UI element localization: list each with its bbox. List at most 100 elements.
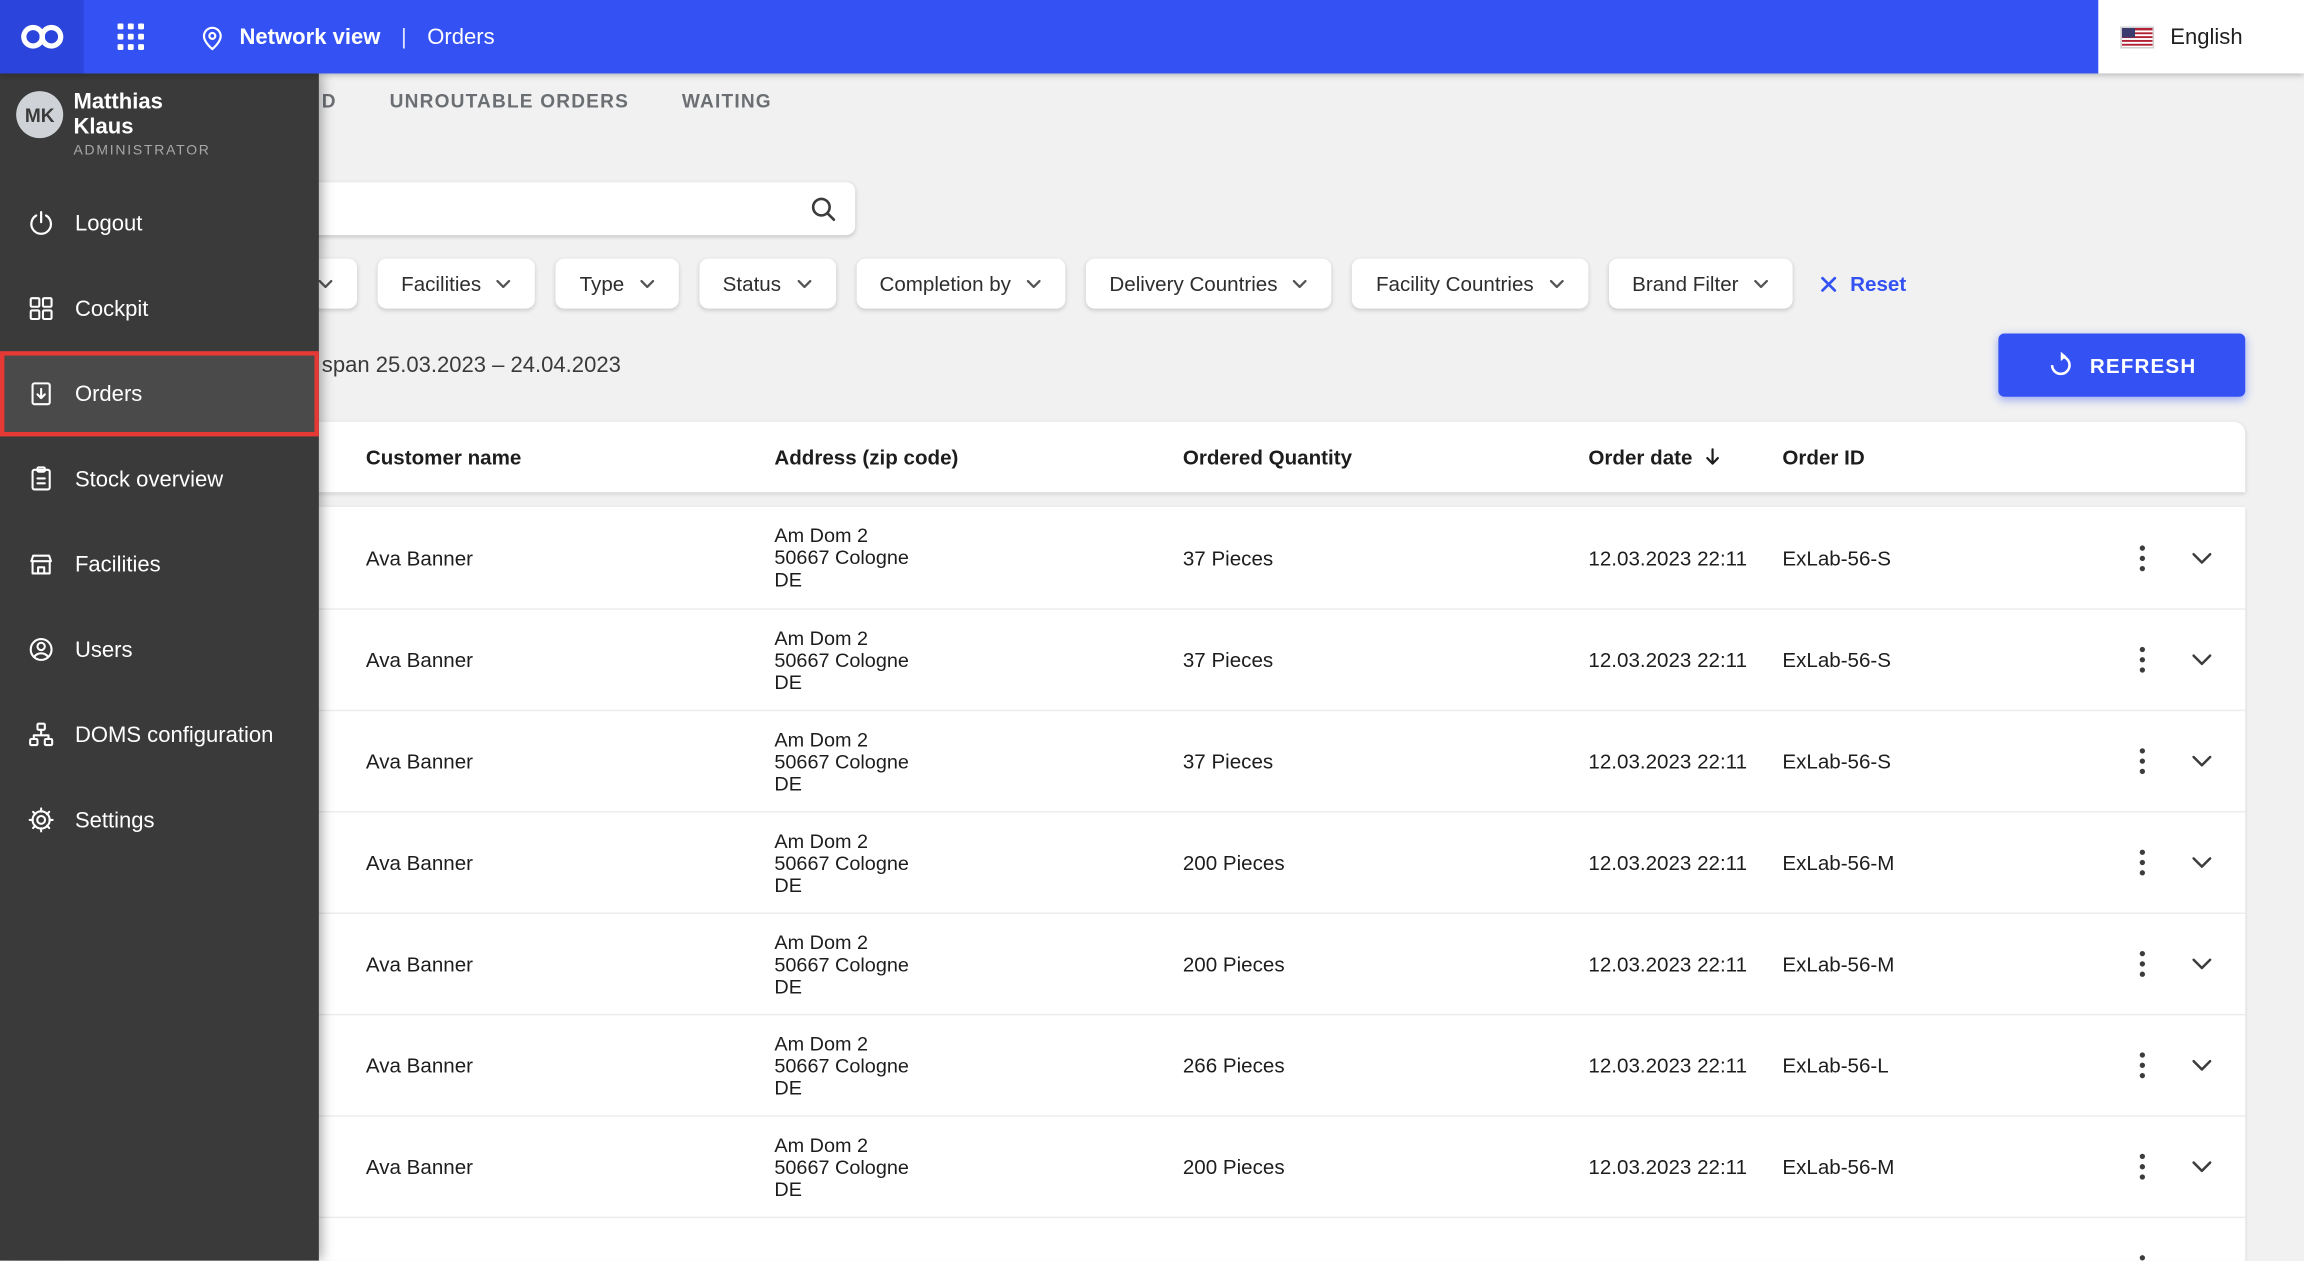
app-root: D UNROUTABLE ORDERS WAITING Facilities T… bbox=[0, 0, 2304, 1261]
cell-customer-name: Ava Banner bbox=[365, 545, 474, 570]
table-body: Ava Banner Am Dom 2 50667 Cologne DE 37 … bbox=[58, 506, 2246, 1261]
chevron-down-icon bbox=[1026, 278, 1042, 288]
sidebar-menu: Logout Cockpit Orders Stock overview Fac… bbox=[0, 181, 319, 863]
cell-ordered-quantity: 200 Pieces bbox=[1182, 1154, 1285, 1179]
table-row[interactable]: Am Dom 2 bbox=[58, 1216, 2246, 1261]
row-expand-button[interactable] bbox=[2175, 1242, 2228, 1261]
filter-chip-delivery-countries[interactable]: Delivery Countries bbox=[1085, 258, 1332, 309]
row-expand-button[interactable] bbox=[2175, 531, 2228, 584]
cell-order-date: 12.03.2023 22:11 bbox=[1588, 1053, 1748, 1078]
brand-title: Network view bbox=[239, 24, 381, 50]
row-expand-button[interactable] bbox=[2175, 1039, 2228, 1092]
sidebar-item-logout[interactable]: Logout bbox=[0, 181, 319, 266]
sidebar-item-settings[interactable]: Settings bbox=[0, 777, 319, 862]
cell-address: Am Dom 2 bbox=[774, 1257, 1182, 1261]
cell-ordered-quantity: 37 Pieces bbox=[1182, 545, 1274, 570]
breadcrumb-divider: | bbox=[400, 24, 407, 50]
table-row[interactable]: Ava Banner Am Dom 2 50667 Cologne DE 266… bbox=[58, 1013, 2246, 1115]
chevron-down-icon bbox=[1548, 278, 1564, 288]
row-expand-button[interactable] bbox=[2175, 836, 2228, 889]
row-menu-button[interactable] bbox=[2116, 1242, 2169, 1261]
sidebar: MK Matthias Klaus ADMINISTRATOR Logout C… bbox=[0, 73, 319, 1261]
apps-grid-button[interactable] bbox=[97, 0, 165, 73]
table-row[interactable]: Ava Banner Am Dom 2 50667 Cologne DE 200… bbox=[58, 1115, 2246, 1216]
cell-order-id: ExLab-56-M bbox=[1782, 1154, 1895, 1179]
clipboard-icon bbox=[31, 466, 51, 491]
column-header-order-id[interactable]: Order ID bbox=[1782, 445, 2088, 469]
chevron-down-icon bbox=[496, 278, 512, 288]
table-header-gap bbox=[59, 492, 2245, 507]
logo-rings-icon bbox=[20, 24, 63, 49]
filter-chip-brand-filter[interactable]: Brand Filter bbox=[1608, 258, 1793, 309]
column-header-order-date[interactable]: Order date bbox=[1588, 445, 1782, 469]
apps-grid-icon bbox=[117, 23, 145, 50]
filter-chip-label: Brand Filter bbox=[1632, 271, 1739, 296]
sidebar-item-facilities[interactable]: Facilities bbox=[0, 522, 319, 607]
chevron-down-icon bbox=[796, 278, 812, 288]
sidebar-item-cockpit[interactable]: Cockpit bbox=[0, 266, 319, 351]
column-header-address[interactable]: Address (zip code) bbox=[774, 445, 1182, 469]
cell-address: Am Dom 2 50667 Cologne DE bbox=[774, 626, 909, 693]
tab-unroutable-orders[interactable]: UNROUTABLE ORDERS bbox=[390, 90, 629, 112]
row-menu-button[interactable] bbox=[2116, 1140, 2169, 1193]
row-expand-button[interactable] bbox=[2175, 633, 2228, 686]
app-logo[interactable] bbox=[0, 0, 84, 74]
kebab-menu-icon bbox=[2139, 646, 2146, 673]
row-expand-button[interactable] bbox=[2175, 735, 2228, 788]
sidebar-item-orders[interactable]: Orders bbox=[0, 351, 319, 437]
orders-icon bbox=[31, 382, 51, 406]
sidebar-item-stock-overview[interactable]: Stock overview bbox=[0, 436, 319, 521]
row-menu-button[interactable] bbox=[2116, 1039, 2169, 1092]
cell-address: Am Dom 2 50667 Cologne DE bbox=[774, 524, 909, 591]
filter-chip-label: Completion by bbox=[879, 271, 1011, 296]
cell-address: Am Dom 2 50667 Cologne DE bbox=[774, 930, 909, 997]
sidebar-item-doms-configuration[interactable]: DOMS configuration bbox=[0, 692, 319, 777]
table-row[interactable]: Ava Banner Am Dom 2 50667 Cologne DE 200… bbox=[58, 912, 2246, 1013]
row-expand-button[interactable] bbox=[2175, 1140, 2228, 1193]
row-menu-button[interactable] bbox=[2116, 633, 2169, 686]
refresh-button[interactable]: REFRESH bbox=[1998, 333, 2246, 397]
user-role: ADMINISTRATOR bbox=[73, 142, 211, 159]
page-title: Orders bbox=[427, 24, 495, 50]
row-menu-button[interactable] bbox=[2116, 735, 2169, 788]
filter-chip-facility-countries[interactable]: Facility Countries bbox=[1352, 258, 1589, 309]
cell-ordered-quantity: 200 Pieces bbox=[1182, 850, 1285, 875]
chevron-down-icon bbox=[2190, 754, 2212, 769]
filter-chip-type[interactable]: Type bbox=[556, 258, 679, 309]
chevron-down-icon bbox=[2190, 550, 2212, 565]
user-name: Matthias Klaus bbox=[73, 89, 163, 140]
column-header-ordered-quantity[interactable]: Ordered Quantity bbox=[1183, 445, 1589, 469]
filter-chip-status[interactable]: Status bbox=[699, 258, 836, 309]
chevron-down-icon bbox=[2190, 652, 2212, 667]
sidebar-item-users[interactable]: Users bbox=[0, 607, 319, 692]
search-icon[interactable] bbox=[808, 194, 837, 223]
orders-table: Customer name Address (zip code) Ordered… bbox=[58, 421, 2246, 1261]
tab-waiting[interactable]: WAITING bbox=[682, 90, 772, 112]
cell-customer-name: Ava Banner bbox=[365, 952, 474, 976]
topbar: Network view | Orders English bbox=[0, 0, 2304, 74]
table-row[interactable]: Ava Banner Am Dom 2 50667 Cologne DE 37 … bbox=[58, 608, 2246, 709]
sort-desc-arrow-icon bbox=[1701, 445, 1723, 469]
row-expand-button[interactable] bbox=[2175, 937, 2228, 990]
row-menu-button[interactable] bbox=[2116, 531, 2169, 584]
row-menu-button[interactable] bbox=[2116, 836, 2169, 889]
column-header-customer-name[interactable]: Customer name bbox=[366, 445, 774, 469]
table-row[interactable]: Ava Banner Am Dom 2 50667 Cologne DE 37 … bbox=[58, 709, 2246, 811]
chevron-down-icon bbox=[1753, 278, 1769, 288]
cell-order-id: ExLab-56-S bbox=[1782, 749, 1892, 773]
user-icon bbox=[29, 638, 53, 661]
breadcrumb: Network view | Orders bbox=[197, 21, 495, 52]
table-header-row: Customer name Address (zip code) Ordered… bbox=[58, 421, 2246, 493]
filter-chip-facilities[interactable]: Facilities bbox=[377, 258, 536, 309]
avatar: MK bbox=[16, 91, 64, 139]
location-pin-icon bbox=[202, 26, 222, 50]
cell-order-date: 12.03.2023 22:11 bbox=[1588, 545, 1748, 570]
table-row[interactable]: Ava Banner Am Dom 2 50667 Cologne DE 200… bbox=[58, 811, 2246, 912]
reset-filters-button[interactable]: Reset bbox=[1819, 272, 1906, 295]
filter-chip-completion-by[interactable]: Completion by bbox=[855, 258, 1066, 309]
language-selector[interactable]: English bbox=[2098, 0, 2304, 74]
tab-first-truncated[interactable]: D bbox=[322, 90, 337, 112]
row-menu-button[interactable] bbox=[2116, 937, 2169, 990]
table-row[interactable]: Ava Banner Am Dom 2 50667 Cologne DE 37 … bbox=[59, 507, 2245, 608]
filter-chip-label: Delivery Countries bbox=[1109, 271, 1278, 296]
